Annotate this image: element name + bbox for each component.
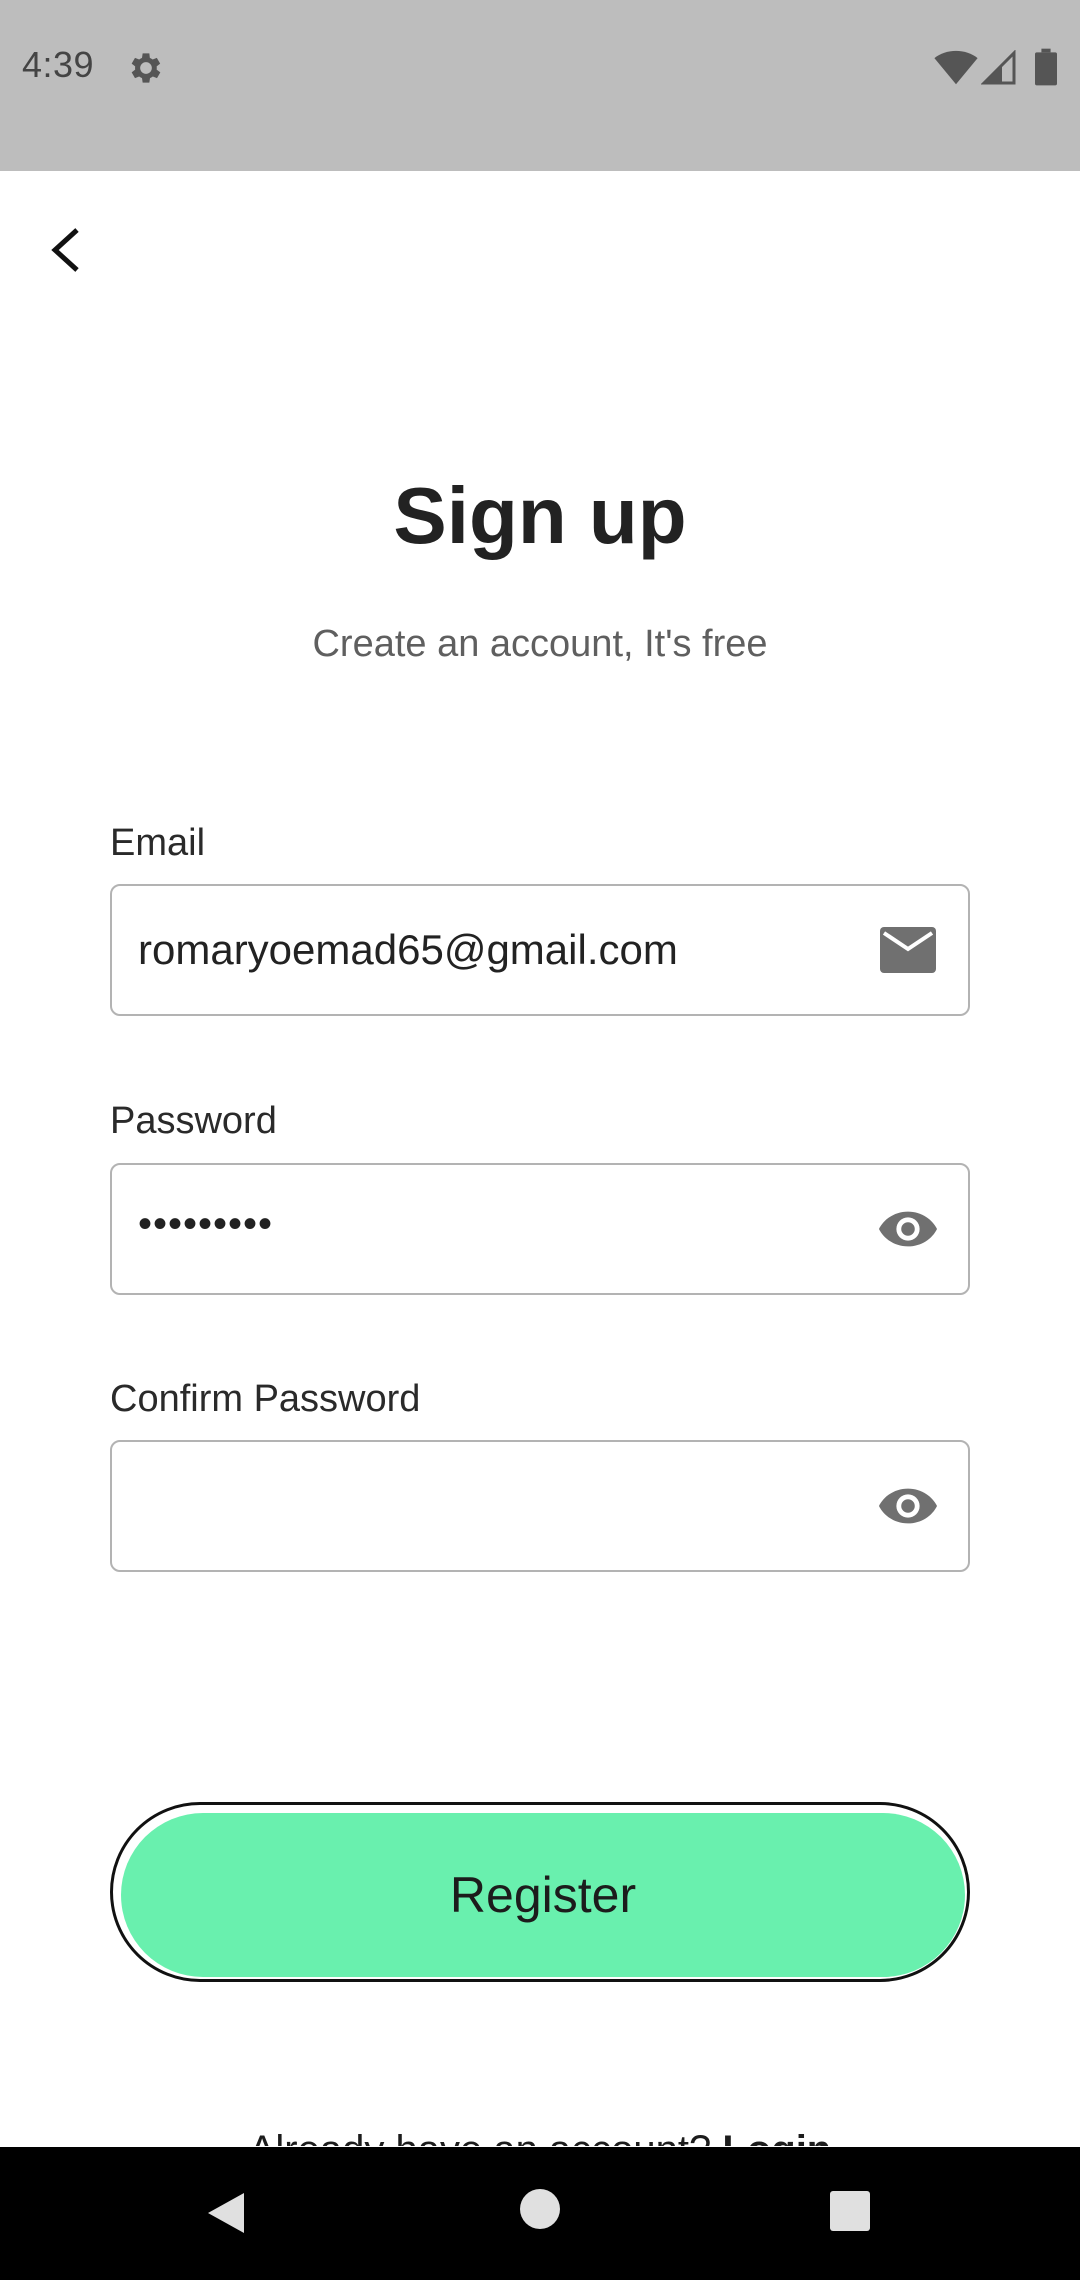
email-label: Email — [110, 822, 206, 864]
nav-recents-icon[interactable] — [828, 2189, 872, 2233]
page-title: Sign up — [393, 471, 687, 560]
password-field[interactable]: ••••••••• — [110, 1163, 970, 1295]
password-value: ••••••••• — [138, 1202, 274, 1246]
login-prompt-text: Already have an account? — [249, 2128, 723, 2146]
eye-icon — [878, 1211, 938, 1247]
login-link[interactable]: Login — [722, 2128, 831, 2146]
nav-home-icon[interactable] — [518, 2187, 562, 2231]
confirm-password-field[interactable] — [110, 1440, 970, 1572]
register-button-fill: Register — [121, 1813, 965, 1977]
mail-icon — [878, 920, 938, 980]
back-button[interactable] — [30, 210, 100, 290]
wifi-icon — [934, 50, 978, 85]
confirm-password-label: Confirm Password — [110, 1378, 421, 1420]
login-prompt: Already have an account? Login — [0, 2128, 1080, 2146]
confirm-password-value — [138, 1442, 858, 1570]
email-value: romaryoemad65@gmail.com — [138, 926, 678, 973]
page-subtitle: Create an account, It's free — [312, 623, 768, 665]
system-nav-bar — [0, 2147, 1080, 2280]
status-time: 4:39 — [22, 44, 95, 85]
chevron-left-icon — [51, 228, 79, 272]
nav-back-icon[interactable] — [200, 2187, 252, 2239]
show-password-toggle[interactable] — [878, 1199, 938, 1259]
settings-gear-icon — [131, 53, 161, 83]
email-field[interactable]: romaryoemad65@gmail.com — [110, 884, 970, 1016]
show-confirm-password-toggle[interactable] — [878, 1476, 938, 1536]
signup-screen: 4:39 Sign up Create an account, It's fre… — [0, 0, 1080, 2280]
eye-icon — [878, 1488, 938, 1524]
password-label: Password — [110, 1100, 277, 1142]
status-bar: 4:39 — [0, 0, 1080, 171]
register-button-label: Register — [449, 1867, 637, 1923]
cell-signal-icon — [981, 50, 1016, 85]
battery-icon — [1035, 48, 1057, 86]
register-button[interactable]: Register — [110, 1802, 970, 1982]
